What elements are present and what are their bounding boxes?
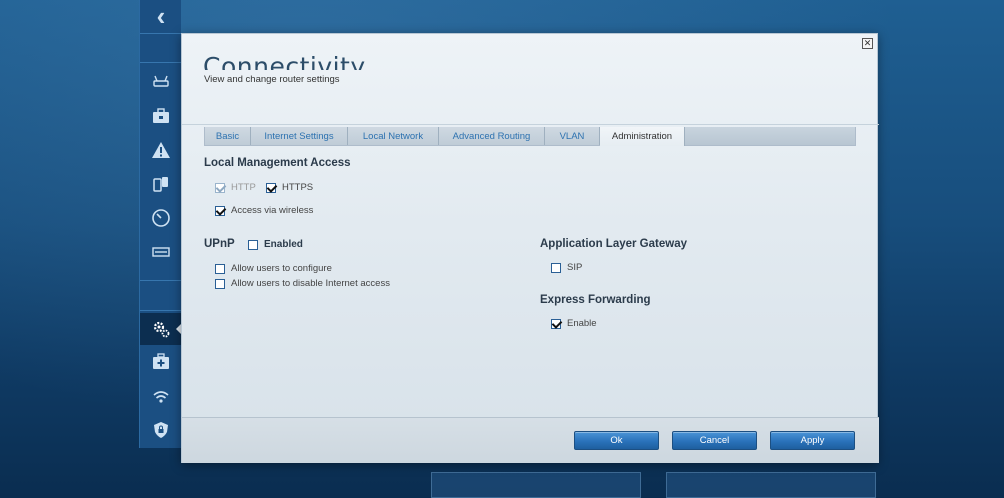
wireless-option: Access via wireless <box>215 205 313 216</box>
tab-label: Local Network <box>362 130 424 142</box>
toolbox-icon[interactable] <box>148 104 174 128</box>
connectivity-dialog: ✕ Connectivity View and change router se… <box>181 33 879 463</box>
back-arrow-icon[interactable]: ‹ <box>140 0 182 32</box>
https-checkbox[interactable] <box>266 182 276 193</box>
sip-checkbox[interactable] <box>551 262 561 273</box>
security-icon[interactable] <box>148 418 174 442</box>
tab-label: Administration <box>611 131 673 142</box>
alg-title: Application Layer Gateway <box>540 238 687 250</box>
https-label: HTTPS <box>282 182 314 193</box>
http-label: HTTP <box>231 182 256 193</box>
devices-icon[interactable] <box>148 172 174 196</box>
router-icon[interactable] <box>148 70 174 94</box>
apply-button[interactable]: Apply <box>770 431 855 450</box>
rail-divider <box>140 33 182 34</box>
left-navigation-rail: ‹ <box>139 0 182 448</box>
tab-label: Basic <box>215 130 240 142</box>
upnp-title: UPnP <box>204 238 235 250</box>
http-checkbox[interactable] <box>215 182 225 193</box>
rail-divider <box>140 310 182 311</box>
tab-label: Advanced Routing <box>452 130 531 142</box>
dialog-footer: Ok Cancel Apply <box>182 417 879 463</box>
page-title: Connectivity <box>203 52 366 70</box>
express-forwarding-label: Enable <box>567 318 597 329</box>
background-card <box>666 472 876 498</box>
close-icon[interactable]: ✕ <box>862 38 873 49</box>
allow-disable-label: Allow users to disable Internet access <box>231 278 390 289</box>
first-aid-icon[interactable] <box>148 350 174 374</box>
rail-divider <box>140 62 182 63</box>
rail-divider <box>140 280 182 281</box>
allow-configure-checkbox[interactable] <box>215 263 225 274</box>
wireless-label: Access via wireless <box>231 205 314 216</box>
usb-icon[interactable] <box>148 240 174 264</box>
background-card <box>431 472 641 498</box>
https-option: HTTPS <box>266 182 313 193</box>
express-forwarding-checkbox[interactable] <box>551 318 561 329</box>
tab-advanced-routing[interactable]: Advanced Routing <box>439 127 545 145</box>
allow-configure-option: Allow users to configure <box>215 263 332 274</box>
allow-configure-label: Allow users to configure <box>231 263 332 274</box>
tab-label: VLAN <box>559 130 585 142</box>
http-option: HTTP <box>215 182 256 193</box>
tab-bar: Basic Internet Settings Local Network Ad… <box>204 127 856 146</box>
sip-option: SIP <box>551 262 582 273</box>
upnp-enabled-option: Enabled <box>248 239 303 250</box>
access-via-wireless-checkbox[interactable] <box>215 205 225 216</box>
cancel-button[interactable]: Cancel <box>672 431 757 450</box>
allow-disable-option: Allow users to disable Internet access <box>215 278 390 289</box>
header-divider <box>182 124 879 125</box>
local-management-title: Local Management Access <box>204 157 351 169</box>
tab-local-network[interactable]: Local Network <box>348 127 439 145</box>
page-subtitle: View and change router settings <box>204 74 340 85</box>
warning-icon[interactable] <box>148 138 174 162</box>
sip-label: SIP <box>567 262 583 273</box>
tab-administration[interactable]: Administration <box>600 127 685 146</box>
express-forwarding-title: Express Forwarding <box>540 294 651 306</box>
express-forwarding-option: Enable <box>551 318 597 329</box>
ok-button[interactable]: Ok <box>574 431 659 450</box>
upnp-enabled-checkbox[interactable] <box>248 239 258 250</box>
speed-icon[interactable] <box>148 206 174 230</box>
tab-label: Internet Settings <box>264 130 334 142</box>
tab-internet-settings[interactable]: Internet Settings <box>251 127 348 145</box>
tab-vlan[interactable]: VLAN <box>545 127 600 145</box>
wifi-icon[interactable] <box>148 384 174 408</box>
tab-basic[interactable]: Basic <box>205 127 251 145</box>
allow-disable-checkbox[interactable] <box>215 278 225 289</box>
upnp-enabled-label: Enabled <box>264 239 303 250</box>
